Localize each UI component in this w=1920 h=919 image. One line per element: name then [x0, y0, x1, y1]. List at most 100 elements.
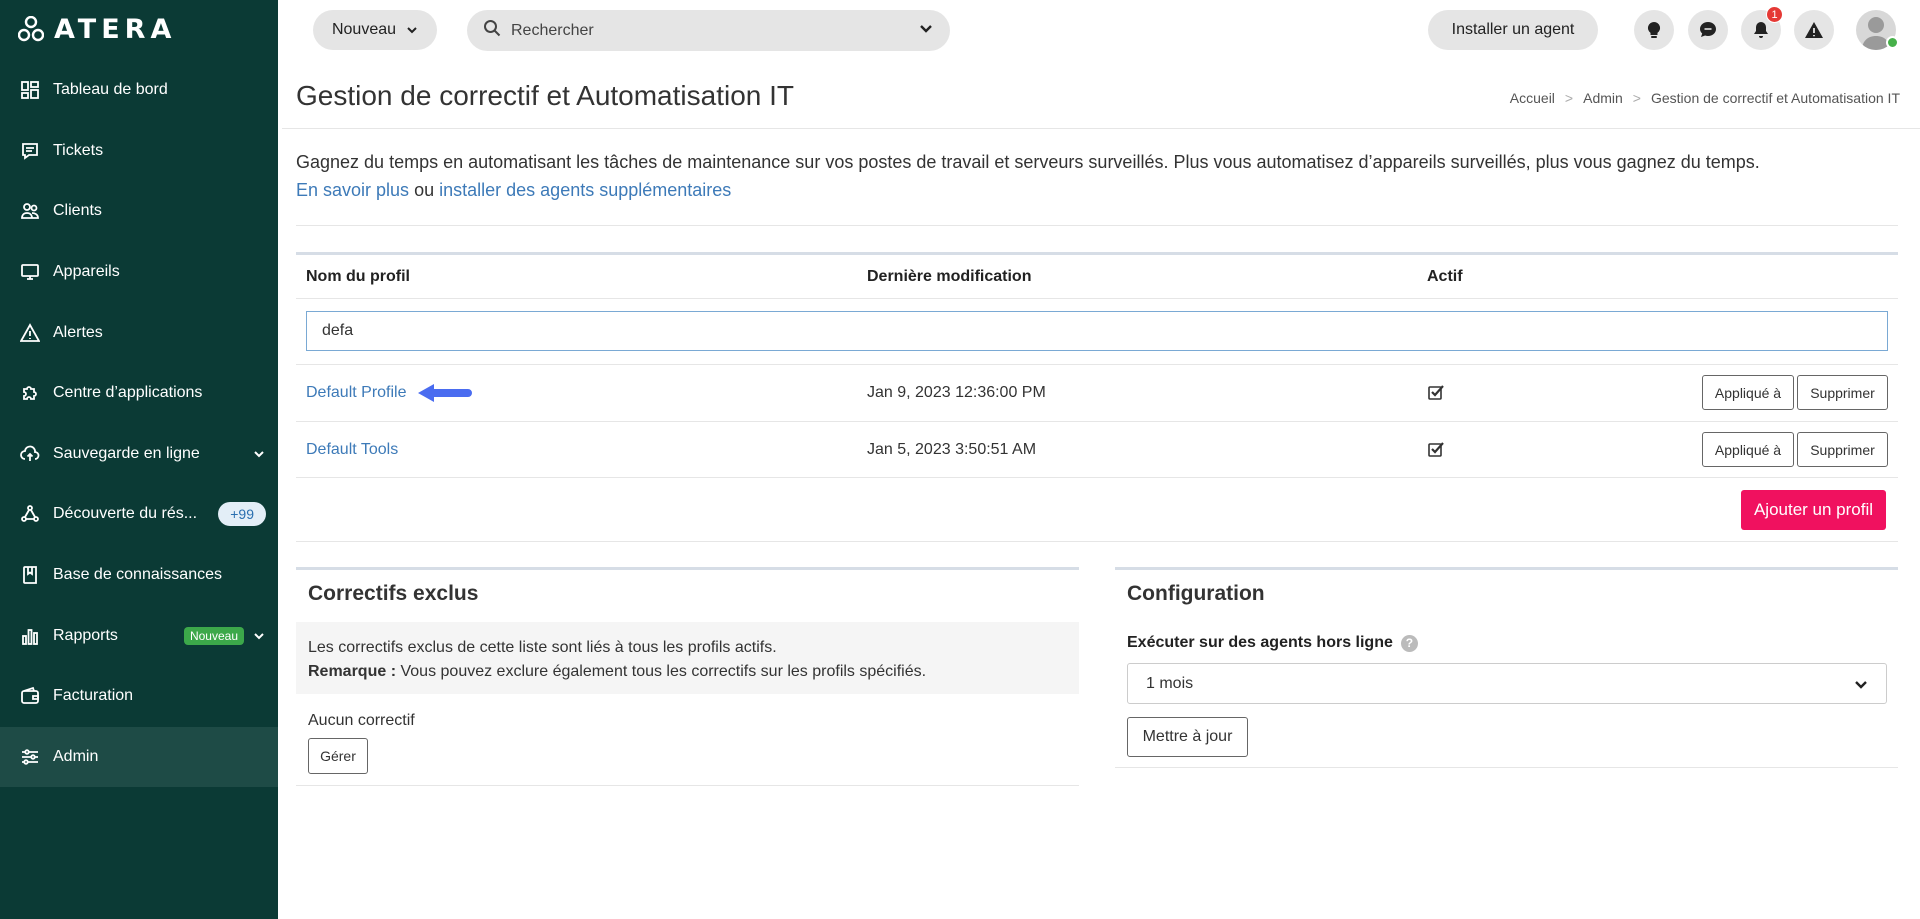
alerts-button[interactable] [1794, 10, 1834, 50]
install-agents-link[interactable]: installer des agents supplémentaires [439, 180, 731, 200]
chevron-down-icon[interactable] [918, 20, 934, 41]
puzzle-icon [19, 382, 41, 404]
modified-date-cell: Jan 9, 2023 12:36:00 PM [867, 384, 1046, 401]
sidebar-item-billing[interactable]: Facturation [0, 666, 278, 727]
update-button[interactable]: Mettre à jour [1127, 717, 1248, 757]
warning-icon [1805, 22, 1823, 38]
sidebar-item-label: Tickets [53, 141, 104, 159]
sidebar-item-label: Clients [53, 202, 102, 220]
info-box: Les correctifs exclus de cette liste son… [296, 622, 1079, 694]
learn-more-link[interactable]: En savoir plus [296, 180, 409, 200]
remark-text: Vous pouvez exclure également tous les c… [400, 663, 927, 680]
atera-logo-icon [18, 16, 44, 42]
excluded-patches-panel: Correctifs exclus Les correctifs exclus … [296, 567, 1079, 786]
chevron-down-icon [1855, 680, 1867, 689]
sidebar-item-label: Base de connaissances [53, 566, 222, 584]
chevron-down-icon [252, 447, 266, 461]
offline-agents-select[interactable]: 1 mois [1127, 663, 1887, 704]
remark-label: Remarque : [308, 663, 397, 680]
sidebar-item-alerts[interactable]: Alertes [0, 302, 278, 363]
offline-agents-label: Exécuter sur des agents hors ligne ? [1127, 634, 1418, 652]
sidebar: ATERA Tableau de bord Tickets Clients Ap… [0, 0, 278, 919]
select-value: 1 mois [1146, 674, 1194, 692]
sidebar-item-online-backup[interactable]: Sauvegarde en ligne [0, 424, 278, 485]
intro-or: ou [414, 180, 435, 200]
app-root: ATERA Tableau de bord Tickets Clients Ap… [0, 0, 1920, 919]
breadcrumb-admin[interactable]: Admin [1583, 90, 1623, 106]
sidebar-item-label: Centre d’applications [53, 384, 203, 402]
install-agent-button[interactable]: Installer un agent [1428, 10, 1598, 50]
book-icon [19, 564, 41, 586]
add-profile-button[interactable]: Ajouter un profil [1741, 490, 1886, 530]
sidebar-item-clients[interactable]: Clients [0, 181, 278, 242]
applied-to-button[interactable]: Appliqué à [1702, 375, 1794, 410]
empty-state-text: Aucun correctif [308, 712, 415, 729]
sliders-icon [19, 746, 41, 768]
help-icon[interactable]: ? [1400, 634, 1418, 652]
lightbulb-icon [1647, 21, 1661, 38]
sidebar-item-devices[interactable]: Appareils [0, 242, 278, 303]
logo-text: ATERA [54, 13, 177, 45]
profile-name-cell: Default Profile [306, 384, 407, 402]
online-status-dot [1886, 36, 1899, 49]
search-icon [483, 19, 501, 42]
sidebar-item-dashboard[interactable]: Tableau de bord [0, 60, 278, 121]
sidebar-item-label: Alertes [53, 323, 103, 341]
modified-date-cell: Jan 5, 2023 3:50:51 AM [867, 441, 1037, 458]
column-header-modified[interactable]: Dernière modification [867, 268, 1031, 286]
info-text: Les correctifs exclus de cette liste son… [308, 639, 777, 656]
sidebar-item-label: Sauvegarde en ligne [53, 444, 200, 462]
breadcrumb-home[interactable]: Accueil [1510, 90, 1555, 106]
table-header-row: Nom du profil Dernière modification Acti… [296, 255, 1898, 299]
checkbox-checked-icon [1427, 383, 1445, 401]
search-input[interactable] [511, 21, 918, 40]
chat-button[interactable] [1688, 10, 1728, 50]
breadcrumb-separator: > [1564, 90, 1574, 106]
sidebar-item-tickets[interactable]: Tickets [0, 121, 278, 182]
tips-button[interactable] [1634, 10, 1674, 50]
profile-link[interactable]: Default Profile [306, 384, 407, 401]
sidebar-item-reports[interactable]: Rapports Nouveau [0, 605, 278, 666]
panel-title: Correctifs exclus [308, 582, 479, 605]
profile-name-filter-input[interactable] [306, 311, 1888, 351]
monitor-icon [19, 261, 41, 283]
logo[interactable]: ATERA [18, 13, 177, 45]
intro-text: Gagnez du temps en automatisant les tâch… [296, 148, 1896, 204]
sidebar-item-label: Appareils [53, 263, 120, 281]
delete-button[interactable]: Supprimer [1797, 432, 1888, 467]
sidebar-item-admin[interactable]: Admin [0, 726, 278, 788]
breadcrumb-separator: > [1632, 90, 1641, 106]
sidebar-item-label: Rapports [53, 626, 118, 644]
sidebar-item-network-discovery[interactable]: Découverte du rés... +99 [0, 484, 278, 545]
count-badge: +99 [218, 502, 266, 527]
chevron-down-icon [252, 629, 266, 643]
profile-link[interactable]: Default Tools [306, 441, 398, 458]
divider [296, 477, 1898, 478]
topbar: Nouveau Installer un agent 1 [278, 0, 1920, 60]
column-header-name[interactable]: Nom du profil [306, 268, 410, 286]
profiles-table: Nom du profil Dernière modification Acti… [296, 252, 1898, 542]
intro-description: Gagnez du temps en automatisant les tâch… [296, 152, 1760, 172]
column-header-active[interactable]: Actif [1427, 268, 1463, 286]
sidebar-item-label: Tableau de bord [53, 81, 168, 99]
chevron-down-icon [407, 27, 417, 34]
divider [282, 128, 1920, 129]
wallet-icon [19, 685, 41, 707]
notifications-button[interactable]: 1 [1741, 6, 1783, 50]
delete-button[interactable]: Supprimer [1797, 375, 1888, 410]
remark-line: Remarque : Vous pouvez exclure également… [308, 660, 1067, 684]
new-button[interactable]: Nouveau [313, 10, 437, 50]
breadcrumb: Accueil > Admin > Gestion de correctif e… [1510, 90, 1900, 106]
sidebar-item-knowledge-base[interactable]: Base de connaissances [0, 545, 278, 606]
sidebar-item-label: Découverte du rés... [53, 505, 198, 523]
breadcrumb-current: Gestion de correctif et Automatisation I… [1650, 90, 1900, 106]
applied-to-button[interactable]: Appliqué à [1702, 432, 1794, 467]
bar-chart-icon [19, 625, 41, 647]
manage-button[interactable]: Gérer [308, 738, 368, 774]
sidebar-item-app-center[interactable]: Centre d’applications [0, 363, 278, 424]
new-badge: Nouveau [183, 626, 244, 645]
divider [296, 225, 1898, 226]
notification-count-badge: 1 [1766, 6, 1783, 23]
search-bar[interactable] [467, 10, 950, 51]
clients-icon [19, 200, 41, 222]
